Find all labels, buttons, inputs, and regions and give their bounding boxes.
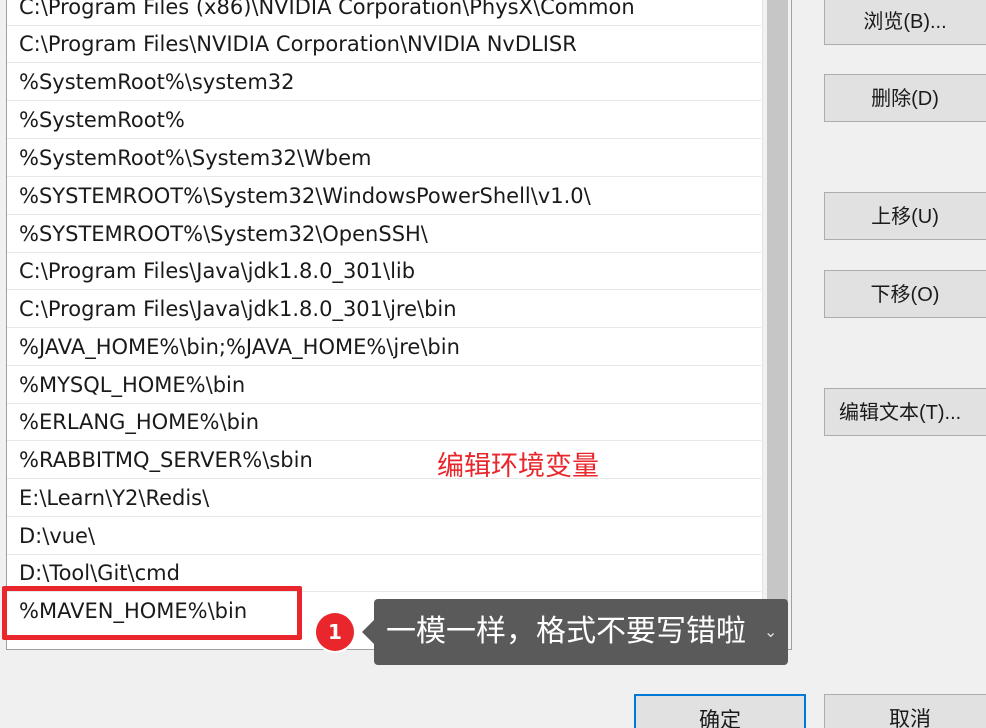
browse-button[interactable]: 浏览(B)... [824, 0, 986, 45]
tooltip: 一模一样，格式不要写错啦 [374, 599, 788, 665]
list-item[interactable]: C:\Program Files (x86)\NVIDIA Corporatio… [7, 0, 761, 26]
delete-button[interactable]: 删除(D) [824, 74, 986, 122]
list-item[interactable]: %SystemRoot%\system32 [7, 64, 761, 101]
list-item[interactable]: C:\Program Files\Java\jdk1.8.0_301\jre\b… [7, 291, 761, 328]
list-item[interactable]: %SYSTEMROOT%\System32\OpenSSH\ [7, 216, 761, 253]
annotation-label: 编辑环境变量 [437, 451, 599, 482]
path-list[interactable]: C:\Program Files (x86)\NVIDIA Corporatio… [6, 0, 792, 650]
list-item[interactable]: %ERLANG_HOME%\bin [7, 404, 761, 441]
step-badge: 1 [316, 613, 354, 651]
list-item[interactable]: %SystemRoot%\System32\Wbem [7, 140, 761, 177]
ok-button[interactable]: 确定 [634, 694, 806, 728]
move-up-button[interactable]: 上移(U) [824, 192, 986, 240]
scrollbar-thumb[interactable] [767, 0, 788, 601]
edit-environment-variable-dialog: C:\Program Files (x86)\NVIDIA Corporatio… [0, 0, 986, 728]
list-item[interactable]: C:\Program Files\Java\jdk1.8.0_301\lib [7, 253, 761, 290]
list-item[interactable]: %RABBITMQ_SERVER%\sbin [7, 442, 761, 479]
list-item[interactable]: %MYSQL_HOME%\bin [7, 367, 761, 404]
cancel-button[interactable]: 取消 [824, 694, 986, 728]
chevron-down-icon: ⌄ [764, 622, 778, 641]
list-item[interactable]: %SYSTEMROOT%\System32\WindowsPowerShell\… [7, 178, 761, 215]
tooltip-text: 一模一样，格式不要写错啦 [386, 614, 746, 649]
edit-text-button[interactable]: 编辑文本(T)... [824, 388, 986, 436]
list-item[interactable]: %SystemRoot% [7, 102, 761, 139]
list-item[interactable]: %JAVA_HOME%\bin;%JAVA_HOME%\jre\bin [7, 329, 761, 366]
list-item[interactable]: E:\Learn\Y2\Redis\ [7, 480, 761, 517]
list-item[interactable]: D:\Tool\Git\cmd [7, 555, 761, 592]
list-item[interactable]: D:\vue\ [7, 518, 761, 555]
move-down-button[interactable]: 下移(O) [824, 270, 986, 318]
list-item[interactable]: C:\Program Files\NVIDIA Corporation\NVID… [7, 26, 761, 63]
tooltip-arrow [362, 620, 374, 644]
